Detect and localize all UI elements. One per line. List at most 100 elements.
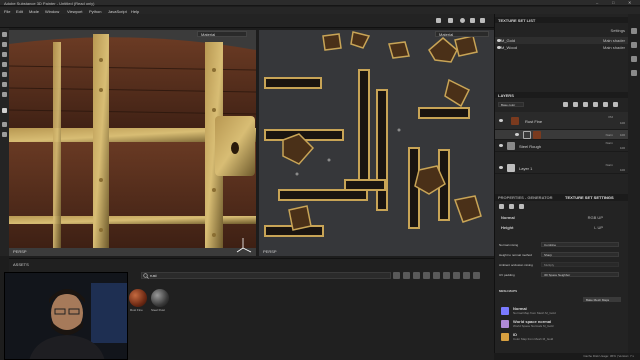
properties-icon[interactable] [631, 56, 637, 62]
sync-icon[interactable] [2, 132, 7, 137]
layers-header: LAYERS [495, 92, 629, 98]
id-map-icon [501, 333, 509, 341]
picker-icon[interactable] [2, 92, 7, 97]
bake-mesh-maps-button[interactable]: Bake Mesh Maps [583, 297, 621, 302]
mesh-map-slot[interactable]: Normal Normal Map from Mesh M_Gold [499, 306, 627, 316]
channel-dropdown[interactable]: Base color [498, 102, 524, 107]
tab-texture-set-settings[interactable]: TEXTURE SET SETTINGS [565, 195, 614, 200]
clone-icon[interactable] [2, 82, 7, 87]
eye-icon[interactable] [499, 144, 503, 147]
mesh-map-slot[interactable]: World space normal World Space Normals M… [499, 319, 627, 329]
layer-blend-mode[interactable]: Norm [606, 141, 613, 145]
shelf-search-input[interactable]: rust [141, 272, 391, 279]
layer-opacity[interactable]: 100 [620, 146, 625, 150]
smudge-icon[interactable] [2, 72, 7, 77]
channels-icon[interactable] [499, 204, 504, 209]
layer-row[interactable]: Rust Fine Pt2 100 [495, 112, 629, 130]
tab-properties-generator[interactable]: PROPERTIES - GENERATOR [498, 195, 553, 200]
minimize-button[interactable]: – [596, 0, 598, 5]
layout-icon[interactable] [470, 18, 475, 23]
ao-mixing-dropdown[interactable]: Multiply [541, 262, 619, 267]
texture-set-shader[interactable]: Main shader [603, 45, 625, 50]
filter-particles-icon[interactable] [463, 272, 470, 279]
add-layer-icon[interactable] [593, 102, 598, 107]
paint-brush-icon[interactable] [2, 32, 7, 37]
eraser-icon[interactable] [2, 42, 7, 47]
texture-set-shader[interactable]: Main shader [603, 38, 625, 43]
maximize-button[interactable]: □ [612, 0, 614, 5]
mesh-map-slot[interactable]: ID Color Map from Mesh M_Gold [499, 332, 627, 342]
layer-blend-mode[interactable]: Norm [606, 133, 613, 137]
tool-bar [0, 28, 9, 256]
uv-icon[interactable] [519, 204, 524, 209]
texture-set-toolbar: Settings [495, 27, 629, 34]
material-thumb-steel-rust[interactable] [151, 289, 169, 307]
eye-icon[interactable] [515, 133, 519, 136]
filter-smart-materials-icon[interactable] [403, 272, 410, 279]
channel-format[interactable]: RGB UP [588, 215, 603, 220]
uv-padding-dropdown[interactable]: 3D Space Neighbor [541, 272, 619, 277]
layer-mask-row[interactable]: Norm 100 [495, 130, 629, 140]
close-button[interactable]: ✕ [628, 0, 631, 5]
texture-set-row[interactable]: M_Gold Main shader [495, 37, 629, 44]
filter-filters-icon[interactable] [443, 272, 450, 279]
geometry-fill-icon[interactable] [2, 62, 7, 67]
channel-format[interactable]: L UP [594, 225, 603, 230]
texture-set-row[interactable]: M_Wood Main shader [495, 44, 629, 51]
display-settings-icon[interactable] [460, 18, 465, 23]
left-viewport-camera-label: PERSP [13, 249, 27, 254]
filter-materials-icon[interactable] [393, 272, 400, 279]
layers-icon[interactable] [631, 42, 637, 48]
texture-set-settings-button[interactable]: Settings [611, 28, 625, 33]
projection-icon[interactable] [2, 52, 7, 57]
layer-row[interactable]: Steel Rough Norm 100 [495, 140, 629, 152]
mesh-maps-icon[interactable] [509, 204, 514, 209]
channel-row-height[interactable]: Height L UP [495, 224, 629, 231]
filter-textures-icon[interactable] [423, 272, 430, 279]
layer-blend-mode[interactable]: Pt2 [608, 115, 613, 119]
layer-mask-thumbnail [523, 131, 531, 139]
add-fill-layer-icon[interactable] [583, 102, 588, 107]
normal-map-icon [501, 307, 509, 315]
filter-alphas-icon[interactable] [433, 272, 440, 279]
eye-icon[interactable] [499, 166, 503, 169]
display-settings-dock-icon[interactable] [631, 70, 637, 76]
layer-row[interactable]: Layer 1 Norm 100 [495, 162, 629, 174]
material-thumb-rust-fine[interactable] [129, 289, 147, 307]
filter-environment-icon[interactable] [453, 272, 460, 279]
chest-3d-render [9, 30, 256, 256]
texture-set-list-icon[interactable] [631, 28, 637, 34]
delete-layer-icon[interactable] [613, 102, 618, 107]
webcam-overlay [4, 272, 128, 360]
right-viewport-mode-dropdown[interactable]: Material [435, 31, 489, 37]
status-bar: Cache Disk Usage: 36% | Version: 7.x [494, 353, 640, 360]
viewport-2d[interactable]: Material PERSP [259, 30, 494, 256]
add-mask-icon[interactable] [573, 102, 578, 107]
filter-brushes-icon[interactable] [413, 272, 420, 279]
mesh-map-source: Normal Map from Mesh M_Gold [513, 311, 556, 315]
channel-row-normal[interactable]: Normal RGB UP [495, 214, 629, 221]
setting-label: Ambient occlusion mixing [499, 263, 533, 267]
add-effect-icon[interactable] [563, 102, 568, 107]
bake-icon[interactable] [2, 122, 7, 127]
viewport-3d[interactable]: Material PERSP [9, 30, 256, 256]
channel-label: Height [501, 225, 514, 230]
layer-opacity[interactable]: 100 [620, 133, 625, 137]
layer-opacity[interactable]: 100 [620, 121, 625, 125]
filter-shaders-icon[interactable] [473, 272, 480, 279]
normal-mixing-dropdown[interactable]: Combine [541, 242, 619, 247]
layer-thumbnail [511, 117, 519, 125]
dropdown-value: Sharp [544, 253, 553, 257]
pause-icon[interactable] [436, 18, 441, 23]
material-icon[interactable] [2, 108, 7, 113]
height-to-normal-dropdown[interactable]: Sharp [541, 252, 619, 257]
add-folder-icon[interactable] [603, 102, 608, 107]
layer-blend-mode[interactable]: Norm [606, 163, 613, 167]
camera-icon[interactable] [448, 18, 453, 23]
eye-icon[interactable] [499, 119, 503, 122]
layers-title: LAYERS [498, 93, 514, 98]
mesh-map-source: World Space Normals M_Gold [513, 324, 554, 328]
left-viewport-mode-dropdown[interactable]: Material [197, 31, 247, 37]
layer-opacity[interactable]: 100 [620, 168, 625, 172]
grid-icon[interactable] [480, 18, 485, 23]
